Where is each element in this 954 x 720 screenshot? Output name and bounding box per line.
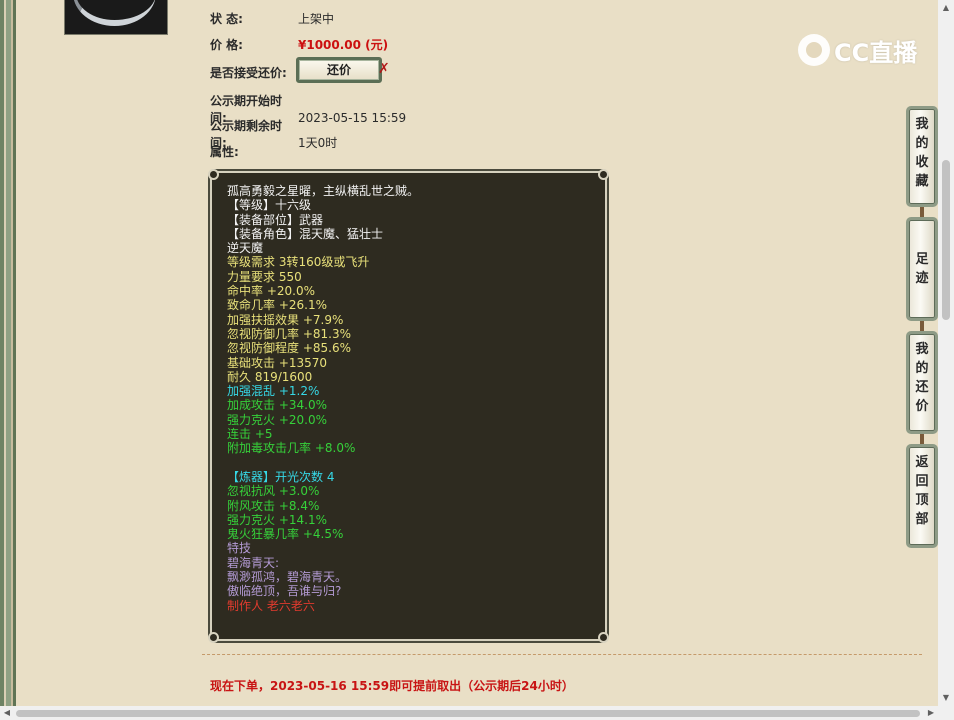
vertical-scroll-thumb[interactable] bbox=[942, 160, 950, 320]
side-button-char: 收 bbox=[915, 155, 929, 170]
attribute-line: 致命几率 +26.1% bbox=[227, 298, 327, 313]
price-row: 价 格: ¥1000.00 (元) bbox=[210, 36, 388, 53]
side-button-char: 部 bbox=[915, 512, 929, 527]
attribute-line: 【炼器】开光次数 4 bbox=[227, 469, 335, 484]
attribute-line: 逆天魔 bbox=[227, 241, 264, 256]
side-button-char: 我 bbox=[915, 342, 929, 357]
remaining-time-value: 1天0时 bbox=[298, 136, 338, 150]
horizontal-scroll-thumb[interactable] bbox=[16, 710, 920, 717]
horizontal-scrollbar[interactable]: ◀ ▶ bbox=[0, 706, 954, 720]
attribute-line: 附加毒攻击几率 +8.0% bbox=[227, 441, 356, 456]
attribute-line: 孤高勇毅之星曜，主纵横乱世之贼。 bbox=[227, 184, 420, 198]
attribute-line: 加成攻击 +34.0% bbox=[227, 398, 327, 413]
side-button-char: 我 bbox=[915, 117, 929, 132]
attribute-line: 制作人 老六老六 bbox=[227, 598, 315, 613]
attribute-line: 忽视防御程度 +85.6% bbox=[227, 341, 351, 356]
attributes-panel: 孤高勇毅之星曜，主纵横乱世之贼。 【等级】十六级 【装备部位】武器 【装备角色】混天魔… bbox=[208, 169, 609, 643]
status-label: 状 态: bbox=[210, 12, 243, 26]
pickup-notice: 现在下单，2023-05-16 15:59即可提前取出（公示期后24小时） bbox=[210, 679, 574, 693]
attribute-line: 【装备部位】武器 bbox=[227, 212, 324, 227]
attribute-line: 忽视抗风 +3.0% bbox=[227, 484, 320, 499]
attribute-line: 加强混乱 +1.2% bbox=[227, 384, 320, 399]
cc-logo-icon bbox=[798, 34, 830, 66]
weapon-image bbox=[73, 0, 156, 26]
corner-ornament bbox=[208, 632, 219, 643]
attribute-line: 强力克火 +20.0% bbox=[227, 412, 327, 427]
item-thumbnail[interactable] bbox=[64, 0, 168, 35]
attribute-line: 力量要求 550 bbox=[227, 269, 302, 284]
side-button-char: 的 bbox=[915, 361, 929, 376]
status-value: 上架中 bbox=[298, 12, 335, 26]
watermark-logo: CC直播 bbox=[798, 32, 917, 68]
side-button-char: 藏 bbox=[915, 174, 929, 189]
side-button-char: 价 bbox=[915, 399, 929, 414]
attribute-list: 孤高勇毅之星曜，主纵横乱世之贼。 【等级】十六级 【装备部位】武器 【装备角色】混天魔… bbox=[227, 184, 605, 613]
divider bbox=[202, 654, 922, 655]
close-icon: ✗ bbox=[378, 61, 390, 77]
scroll-up-icon[interactable]: ▲ bbox=[938, 0, 954, 16]
attribute-line: 强力克火 +14.1% bbox=[227, 512, 327, 527]
side-button-my-offers[interactable]: 我 的 还 价 bbox=[906, 331, 938, 434]
left-decorative-border bbox=[0, 0, 16, 706]
attributes-label: 属性: bbox=[210, 145, 239, 159]
attribute-line: 命中率 +20.0% bbox=[227, 284, 315, 299]
attribute-line: 忽视防御几率 +81.3% bbox=[227, 326, 351, 341]
corner-ornament bbox=[598, 169, 609, 180]
vertical-scrollbar[interactable]: ▲ ▼ bbox=[938, 0, 954, 706]
corner-ornament bbox=[598, 632, 609, 643]
attribute-line bbox=[227, 456, 605, 470]
attribute-line: 鬼火狂暴几率 +4.5% bbox=[227, 527, 344, 542]
side-button-char: 回 bbox=[915, 474, 929, 489]
scroll-down-icon[interactable]: ▼ bbox=[938, 690, 954, 706]
side-button-char: 迹 bbox=[915, 271, 929, 286]
side-button-favorites[interactable]: 我 的 收 藏 bbox=[906, 106, 938, 207]
attributes-row: 属性: bbox=[210, 143, 239, 160]
attribute-line: 傲临绝顶，吾谁与归? bbox=[227, 584, 342, 599]
attribute-line: 耐久 819/1600 bbox=[227, 369, 313, 384]
side-button-char: 返 bbox=[915, 455, 929, 470]
attribute-line: 特技 bbox=[227, 541, 252, 556]
status-row: 状 态: 上架中 bbox=[210, 10, 334, 27]
watermark-text: CC直播 bbox=[834, 38, 918, 67]
attribute-line: 连击 +5 bbox=[227, 427, 273, 442]
side-button-history[interactable]: 足 迹 bbox=[906, 217, 938, 321]
attribute-line: 基础攻击 +13570 bbox=[227, 355, 328, 370]
counter-offer-row: 是否接受还价: bbox=[210, 64, 287, 81]
side-link-chain bbox=[920, 434, 924, 444]
counter-offer-label: 是否接受还价: bbox=[210, 66, 287, 80]
side-button-char: 顶 bbox=[915, 493, 929, 508]
counter-offer-button[interactable]: 还价 bbox=[296, 57, 382, 83]
side-link-chain bbox=[920, 207, 924, 217]
attribute-line: 飘渺孤鸿，碧海青天。 bbox=[227, 570, 348, 585]
side-button-char: 还 bbox=[915, 380, 929, 395]
side-button-char: 足 bbox=[915, 252, 929, 267]
side-link-chain bbox=[920, 321, 924, 331]
attribute-line: 等级需求 3转160级或飞升 bbox=[227, 255, 370, 270]
attribute-line: 【装备角色】混天魔、猛壮士 bbox=[227, 226, 384, 241]
scroll-right-icon[interactable]: ▶ bbox=[924, 706, 938, 720]
scroll-left-icon[interactable]: ◀ bbox=[0, 706, 14, 720]
attribute-line: 加强扶摇效果 +7.9% bbox=[227, 312, 344, 327]
attribute-line: 【等级】十六级 bbox=[227, 198, 312, 213]
attribute-line: 附风攻击 +8.4% bbox=[227, 498, 320, 513]
side-button-char: 的 bbox=[915, 136, 929, 151]
price-value: ¥1000.00 (元) bbox=[298, 38, 389, 52]
attribute-line: 碧海青天: bbox=[227, 555, 280, 570]
side-button-back-to-top[interactable]: 返 回 顶 部 bbox=[906, 444, 938, 548]
corner-ornament bbox=[208, 169, 219, 180]
price-label: 价 格: bbox=[210, 38, 243, 52]
